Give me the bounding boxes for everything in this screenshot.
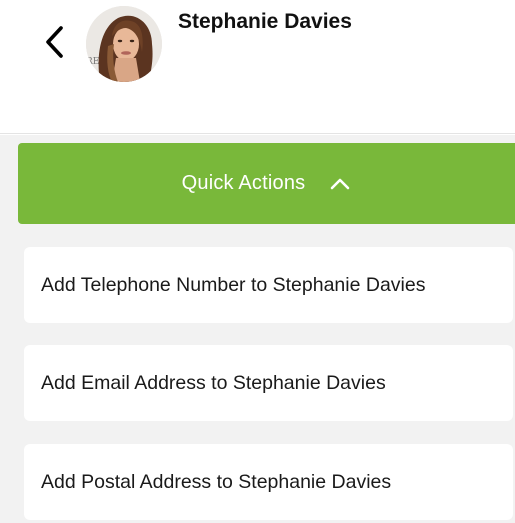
contact-name: Stephanie Davies (178, 10, 352, 33)
chevron-up-icon (331, 178, 350, 189)
back-button[interactable] (34, 20, 74, 64)
action-label: Add Postal Address to Stephanie Davies (41, 470, 392, 493)
content-area: Quick Actions Add Telephone Number to St… (0, 135, 515, 523)
svg-text:RE: RE (86, 57, 99, 67)
add-email-action[interactable]: Add Email Address to Stephanie Davies (24, 345, 513, 421)
avatar[interactable]: RE (86, 6, 162, 82)
add-telephone-action[interactable]: Add Telephone Number to Stephanie Davies (24, 247, 513, 323)
action-label: Add Email Address to Stephanie Davies (41, 371, 386, 394)
quick-actions-toggle[interactable]: Quick Actions (18, 143, 515, 224)
quick-actions-label: Quick Actions (181, 172, 306, 194)
contact-header: RE Stephanie Davies (0, 0, 515, 134)
contact-photo: RE (86, 6, 162, 82)
add-postal-address-action[interactable]: Add Postal Address to Stephanie Davies (24, 444, 513, 520)
action-label: Add Telephone Number to Stephanie Davies (41, 273, 426, 296)
chevron-left-icon (46, 26, 63, 58)
